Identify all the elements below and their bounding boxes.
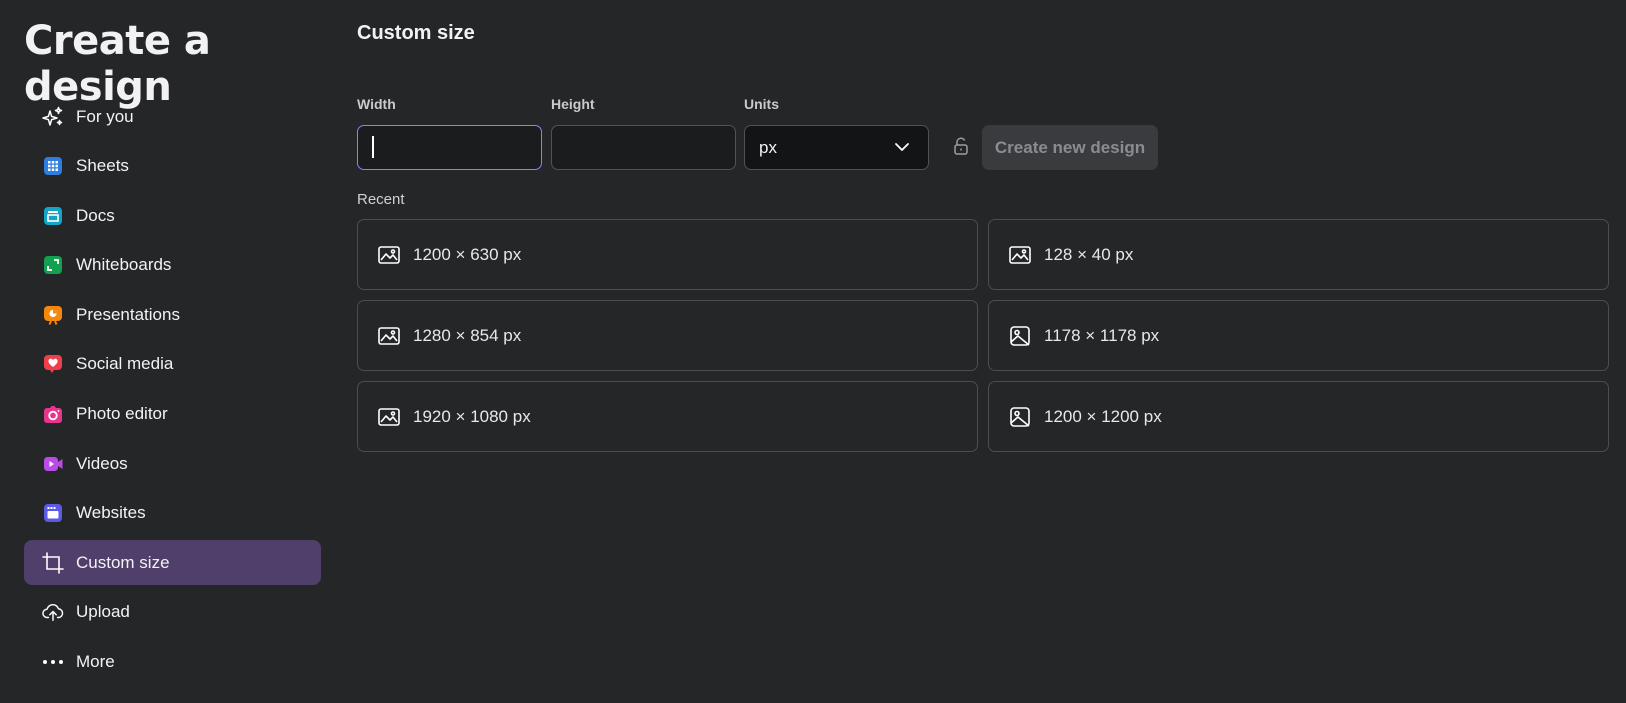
more-dots-icon xyxy=(42,651,64,673)
units-selected-value: px xyxy=(759,137,777,157)
units-select[interactable]: px xyxy=(744,125,929,170)
custom-size-icon xyxy=(42,552,64,574)
recent-size-label: 1200 × 1200 px xyxy=(1044,406,1162,426)
sidebar-item-label: Docs xyxy=(76,205,115,225)
chevron-down-icon xyxy=(894,139,910,157)
recent-label: Recent xyxy=(357,191,405,208)
photo-editor-icon xyxy=(42,403,64,425)
width-label: Width xyxy=(357,96,396,112)
sidebar-item-websites[interactable]: Websites xyxy=(24,491,321,536)
custom-size-panel: Custom size Width Height Units px Create… xyxy=(357,0,1626,703)
sidebar-item-custom-size[interactable]: Custom size xyxy=(24,540,321,586)
sidebar-item-label: Presentations xyxy=(76,304,180,324)
landscape-image-icon xyxy=(1009,245,1031,264)
sidebar: Create a design For you Sheets Docs Whit… xyxy=(0,0,335,703)
recent-size-label: 1920 × 1080 px xyxy=(413,406,531,426)
aspect-lock-icon[interactable] xyxy=(952,136,970,156)
sidebar-item-label: For you xyxy=(76,106,134,126)
sidebar-item-sheets[interactable]: Sheets xyxy=(24,144,321,189)
recent-size-label: 1280 × 854 px xyxy=(413,325,522,345)
recent-size-label: 128 × 40 px xyxy=(1044,244,1134,264)
sidebar-item-label: Sheets xyxy=(76,156,129,176)
sidebar-item-label: Photo editor xyxy=(76,404,168,424)
sidebar-item-label: Videos xyxy=(76,453,128,473)
square-image-icon xyxy=(1010,325,1030,346)
height-input[interactable] xyxy=(551,125,736,170)
recent-size-item[interactable]: 1178 × 1178 px xyxy=(988,300,1609,371)
sidebar-item-social-media[interactable]: Social media xyxy=(24,342,321,387)
sidebar-item-for-you[interactable]: For you xyxy=(24,94,321,139)
sidebar-item-label: Upload xyxy=(76,602,130,622)
create-new-design-button[interactable]: Create new design xyxy=(982,125,1158,170)
websites-icon xyxy=(42,502,64,524)
sidebar-item-videos[interactable]: Videos xyxy=(24,441,321,486)
units-label: Units xyxy=(744,96,779,112)
recent-size-item[interactable]: 128 × 40 px xyxy=(988,219,1609,290)
sidebar-item-label: Websites xyxy=(76,503,146,523)
social-media-icon xyxy=(42,353,64,375)
upload-cloud-icon xyxy=(42,601,64,623)
docs-icon xyxy=(42,205,64,227)
sidebar-item-presentations[interactable]: Presentations xyxy=(24,292,321,337)
width-input-wrapper xyxy=(357,125,542,170)
whiteboards-icon xyxy=(42,254,64,276)
sidebar-item-docs[interactable]: Docs xyxy=(24,193,321,238)
sidebar-item-upload[interactable]: Upload xyxy=(24,590,321,635)
recent-size-item[interactable]: 1280 × 854 px xyxy=(357,300,978,371)
sidebar-item-label: More xyxy=(76,652,115,672)
section-title: Custom size xyxy=(357,22,475,44)
square-image-icon xyxy=(1010,406,1030,427)
recent-size-item[interactable]: 1920 × 1080 px xyxy=(357,381,978,452)
sidebar-nav: For you Sheets Docs Whiteboards Presenta… xyxy=(24,94,321,689)
landscape-image-icon xyxy=(378,326,400,345)
sidebar-item-label: Whiteboards xyxy=(76,255,172,275)
text-caret xyxy=(372,136,374,158)
presentations-icon xyxy=(42,304,64,326)
recent-size-label: 1178 × 1178 px xyxy=(1044,325,1160,345)
recent-size-label: 1200 × 630 px xyxy=(413,244,522,264)
videos-icon xyxy=(42,453,64,475)
height-label: Height xyxy=(551,96,595,112)
recent-size-item[interactable]: 1200 × 630 px xyxy=(357,219,978,290)
width-input[interactable] xyxy=(357,125,542,170)
sidebar-item-label: Social media xyxy=(76,354,174,374)
recent-sizes-grid: 1200 × 630 px 128 × 40 px 1280 × 854 px xyxy=(357,219,1609,452)
sparkles-icon xyxy=(42,106,64,128)
landscape-image-icon xyxy=(378,245,400,264)
sidebar-item-whiteboards[interactable]: Whiteboards xyxy=(24,243,321,288)
sidebar-item-photo-editor[interactable]: Photo editor xyxy=(24,392,321,437)
sheets-icon xyxy=(42,155,64,177)
recent-size-item[interactable]: 1200 × 1200 px xyxy=(988,381,1609,452)
sidebar-item-more[interactable]: More xyxy=(24,640,321,685)
landscape-image-icon xyxy=(378,407,400,426)
sidebar-item-label: Custom size xyxy=(76,552,170,572)
